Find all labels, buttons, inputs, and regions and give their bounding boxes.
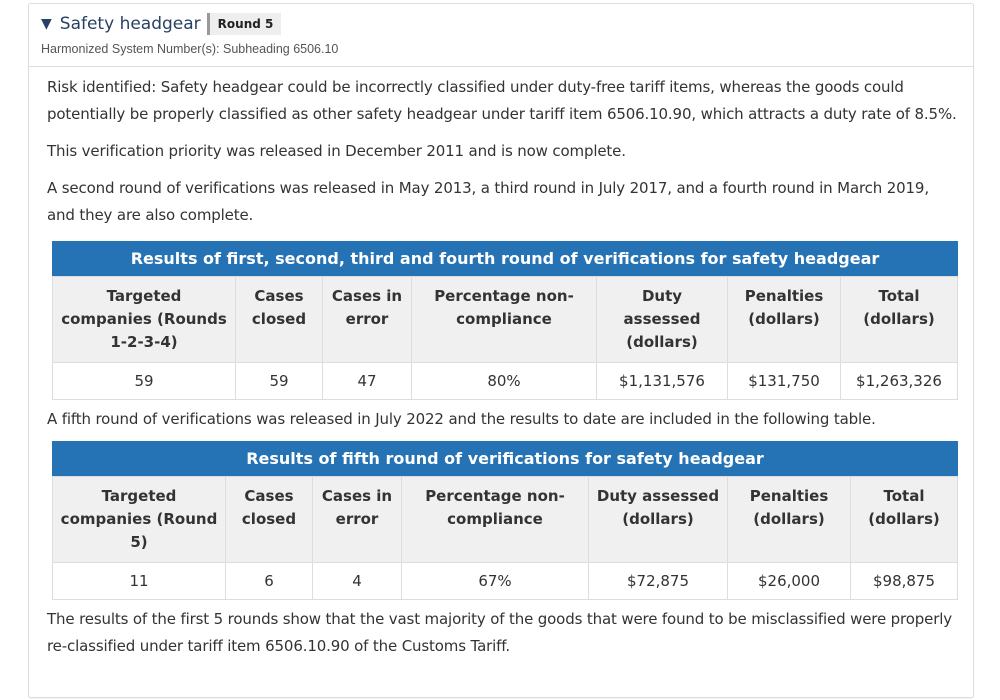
col-header-targeted: Targeted companies (Rounds 1-2-3-4) [52,276,236,363]
cell-cases-error: 47 [322,362,412,400]
cell-penalties: $26,000 [727,562,851,600]
section-title: Safety headgear [59,14,201,34]
col-header-total: Total (dollars) [840,276,958,363]
cell-duty: $72,875 [588,562,728,600]
col-header-targeted: Targeted companies (Round 5) [52,476,226,563]
results-table-round-5: Results of fifth round of verifications … [52,441,958,600]
col-header-percentage: Percentage non-compliance [401,476,589,563]
cell-total: $1,263,326 [840,362,958,400]
col-header-cases-closed: Cases closed [225,476,313,563]
hs-number: Harmonized System Number(s): Subheading … [41,42,339,56]
risk-paragraph: Risk identified: Safety headgear could b… [47,78,957,123]
cell-percentage: 67% [401,562,589,600]
cell-percentage: 80% [411,362,597,400]
col-header-penalties: Penalties (dollars) [727,476,851,563]
table-header-row: Targeted companies (Rounds 1-2-3-4) Case… [52,276,958,363]
cell-targeted: 11 [52,562,226,600]
table-caption: Results of fifth round of verifications … [52,441,958,476]
cell-duty: $1,131,576 [596,362,728,400]
results-table-rounds-1-4: Results of first, second, third and four… [52,241,958,400]
cell-penalties: $131,750 [727,362,841,400]
cell-total: $98,875 [850,562,958,600]
table-row: 11 6 4 67% $72,875 $26,000 $98,875 [52,562,958,600]
released-paragraph: This verification priority was released … [47,142,626,160]
details-panel: ▼ Safety headgear Round 5 Harmonized Sys… [28,3,974,698]
details-summary-toggle[interactable]: ▼ Safety headgear Round 5 [41,12,282,36]
panel-heading: ▼ Safety headgear Round 5 Harmonized Sys… [29,4,973,67]
table-row: 59 59 47 80% $1,131,576 $131,750 $1,263,… [52,362,958,400]
col-header-duty: Duty assessed (dollars) [596,276,728,363]
table-caption: Results of first, second, third and four… [52,241,958,276]
conclusion-paragraph: The results of the first 5 rounds show t… [47,610,952,655]
col-header-penalties: Penalties (dollars) [727,276,841,363]
table-header-row: Targeted companies (Round 5) Cases close… [52,476,958,563]
cell-cases-error: 4 [312,562,402,600]
col-header-cases-error: Cases in error [322,276,412,363]
col-header-percentage: Percentage non-compliance [411,276,597,363]
round-badge: Round 5 [206,13,282,35]
fifth-round-paragraph: A fifth round of verifications was relea… [47,410,876,428]
triangle-down-icon: ▼ [41,16,52,32]
panel-body: Risk identified: Safety headgear could b… [47,74,959,670]
cell-cases-closed: 6 [225,562,313,600]
col-header-duty: Duty assessed (dollars) [588,476,728,563]
cell-cases-closed: 59 [235,362,323,400]
col-header-cases-error: Cases in error [312,476,402,563]
rounds-paragraph: A second round of verifications was rele… [47,179,929,224]
cell-targeted: 59 [52,362,236,400]
col-header-cases-closed: Cases closed [235,276,323,363]
col-header-total: Total (dollars) [850,476,958,563]
